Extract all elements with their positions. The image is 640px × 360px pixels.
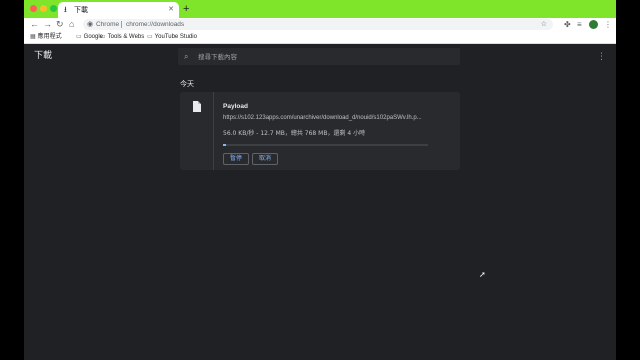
date-header: 今天 xyxy=(180,80,194,88)
window-close-button[interactable] xyxy=(30,5,37,12)
cancel-button[interactable]: 取消 xyxy=(252,153,279,165)
download-progress-fill xyxy=(223,144,227,146)
bookmark-tools-webs[interactable]: ▭ Tools & Webs xyxy=(100,31,144,43)
window-maximize-button[interactable] xyxy=(50,5,57,12)
new-tab-button[interactable]: + xyxy=(183,3,189,15)
chrome-icon: ◉ xyxy=(87,21,94,28)
tab-title: 下載 xyxy=(74,6,88,14)
download-progress-bar xyxy=(223,144,428,146)
card-divider xyxy=(213,92,214,170)
tab-close-icon[interactable]: ✕ xyxy=(168,4,174,16)
mouse-cursor-icon: ➚ xyxy=(479,270,486,279)
downloads-header: 下載 ⌕ ⋮ xyxy=(24,45,616,68)
profile-avatar[interactable] xyxy=(589,20,598,29)
pause-button[interactable]: 暫停 xyxy=(223,153,250,165)
tab-downloads[interactable]: ⭳ 下載 ✕ xyxy=(58,2,179,18)
folder-icon: ▭ xyxy=(100,34,106,40)
browser-menu-icon[interactable]: ⋮ xyxy=(604,18,612,31)
file-icon xyxy=(193,101,201,112)
download-item: Payload https://s102.123apps.com/unarchi… xyxy=(180,92,460,170)
page-title: 下載 xyxy=(34,51,53,61)
reading-list-icon[interactable]: ≡ xyxy=(577,18,582,31)
file-url[interactable]: https://s102.123apps.com/unarchiver/down… xyxy=(223,114,431,123)
browser-window: ⭳ 下載 ✕ + ← → ↻ ⌂ ◉ Chrome chrome://downl… xyxy=(24,0,616,360)
forward-button[interactable]: → xyxy=(43,18,52,31)
bookmark-apps[interactable]: ▦ 應用程式 xyxy=(30,31,62,43)
site-chip: Chrome xyxy=(96,21,120,28)
more-actions-icon[interactable]: ⋮ xyxy=(597,51,606,62)
bookmark-star-icon[interactable]: ☆ xyxy=(541,19,547,30)
folder-icon: ▭ xyxy=(147,34,153,40)
tab-strip: ⭳ 下載 ✕ + xyxy=(24,0,616,18)
address-separator xyxy=(121,21,122,28)
search-icon: ⌕ xyxy=(184,52,189,61)
bookmarks-bar: ▦ 應用程式 ▭ Google ▭ Tools & Webs ▭ YouTube Stu… xyxy=(24,31,616,44)
folder-icon: ▭ xyxy=(76,34,82,40)
file-name[interactable]: Payload xyxy=(223,102,248,111)
address-url[interactable]: chrome://downloads xyxy=(126,19,184,30)
bookmark-google[interactable]: ▭ Google xyxy=(76,31,103,43)
back-button[interactable]: ← xyxy=(30,18,39,31)
browser-toolbar: ← → ↻ ⌂ ◉ Chrome chrome://downloads ☆ ✤ … xyxy=(24,18,616,31)
search-input[interactable] xyxy=(198,50,448,63)
home-button[interactable]: ⌂ xyxy=(69,18,74,31)
address-bar[interactable]: ◉ Chrome chrome://downloads ☆ xyxy=(83,19,553,30)
download-icon: ⭳ xyxy=(64,5,67,14)
bookmark-youtube-studio[interactable]: ▭ YouTube Studio xyxy=(147,31,197,43)
window-minimize-button[interactable] xyxy=(40,5,47,12)
apps-grid-icon: ▦ xyxy=(30,34,36,40)
extensions-icon[interactable]: ✤ xyxy=(564,18,571,31)
search-box[interactable]: ⌕ xyxy=(178,48,460,65)
reload-button[interactable]: ↻ xyxy=(56,18,64,31)
download-status: 56.0 KB/秒 - 12.7 MB，總共 768 MB，還剩 4 小時 xyxy=(223,130,366,137)
